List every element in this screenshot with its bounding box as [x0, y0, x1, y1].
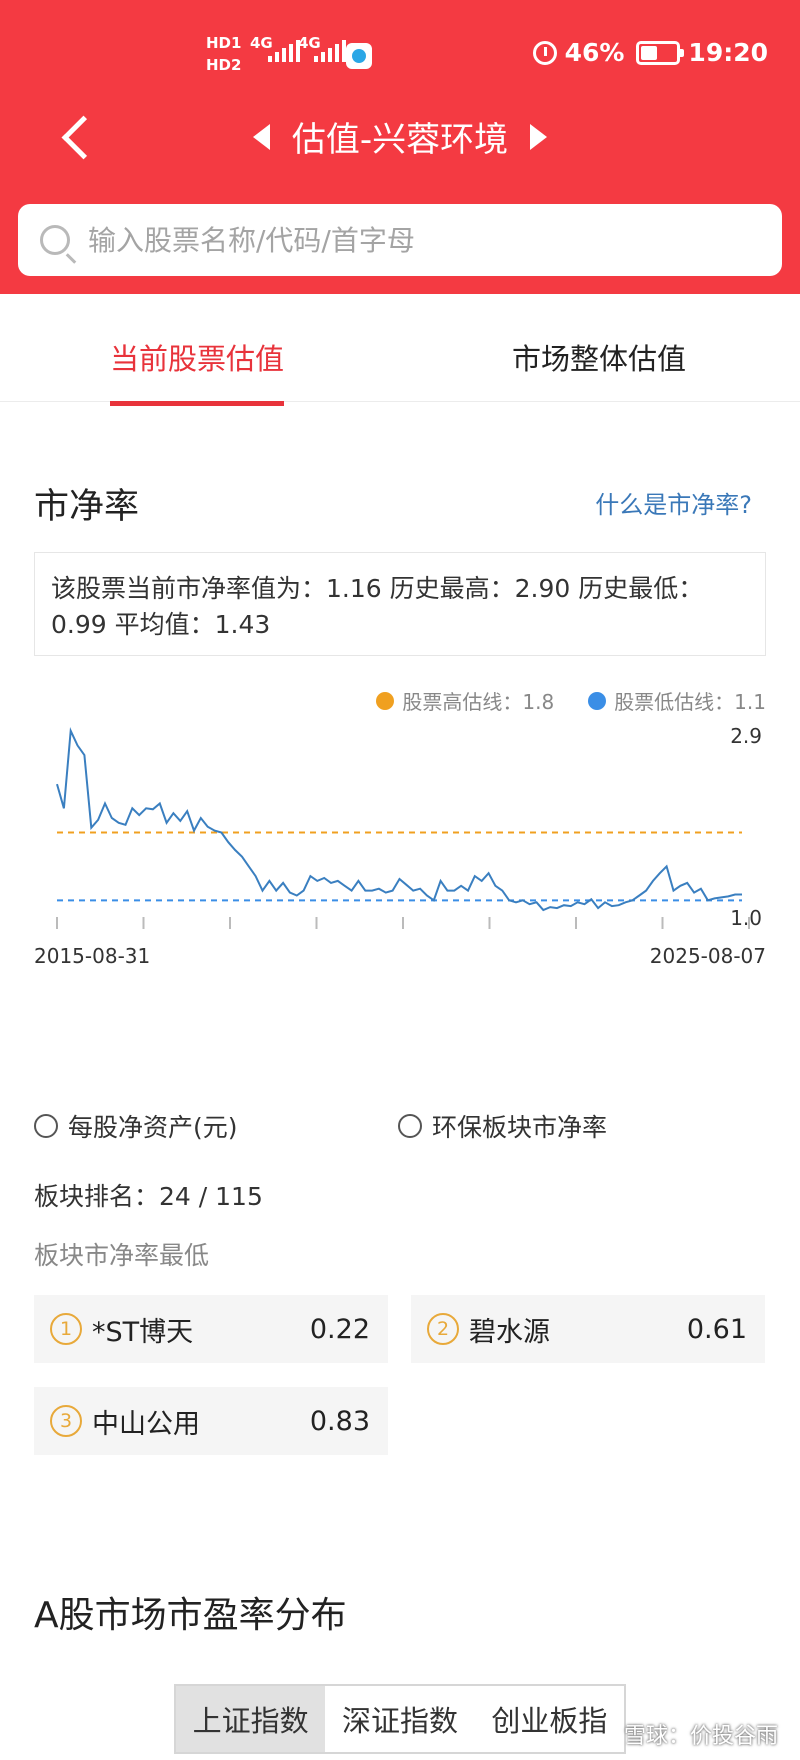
pb-summary: 该股票当前市净率值为：1.16 历史最高：2.90 历史最低：0.99 平均值：…	[34, 552, 766, 656]
header-bar: HD1 HD2 4G 4G 46% 19:20 估值-兴蓉环境	[0, 0, 800, 294]
option-bvps[interactable]: 每股净资产(元)	[34, 1108, 238, 1144]
page-title: 估值-兴蓉环境	[291, 120, 509, 160]
radio-icon[interactable]	[398, 1114, 422, 1138]
sector-rank: 板块排名：24 / 115	[34, 1182, 263, 1211]
option-sector-pb[interactable]: 环保板块市净率	[398, 1108, 607, 1144]
pe-section-title: A股市场市盈率分布	[34, 1595, 347, 1636]
tab-chinext-index[interactable]: 创业板指	[475, 1686, 624, 1752]
chart-legend: 股票高估线：1.8 股票低估线：1.1	[376, 686, 766, 715]
lowest-item-2[interactable]: 2 碧水源 0.61	[411, 1295, 765, 1363]
lowest-item-1[interactable]: 1 *ST博天 0.22	[34, 1295, 388, 1363]
search-icon	[40, 225, 70, 255]
tab-shanghai-index[interactable]: 上证指数	[176, 1686, 326, 1752]
high-line-dot-icon	[376, 691, 395, 710]
search-input[interactable]	[88, 223, 748, 257]
signal-bars-icon	[268, 40, 300, 62]
title-switcher: 估值-兴蓉环境	[0, 112, 800, 161]
option-sector-pb-label: 环保板块市净率	[432, 1113, 608, 1142]
app-notification-icon	[346, 43, 372, 69]
stock-name: *ST博天	[92, 1316, 194, 1348]
next-stock-icon[interactable]	[530, 123, 548, 150]
pb-help-link[interactable]: 什么是市净率?	[595, 485, 752, 520]
x-start-label: 2015-08-31	[34, 944, 150, 968]
valuation-tabs: 当前股票估值 市场整体估值	[0, 318, 800, 406]
hd-indicator: HD1 HD2	[206, 34, 242, 74]
lowest-pb-label: 板块市净率最低	[34, 1241, 210, 1270]
nav-bar: 估值-兴蓉环境	[0, 100, 800, 170]
search-box[interactable]	[18, 204, 782, 276]
pb-section-title: 市净率	[34, 487, 140, 527]
pb-series-line	[56, 726, 742, 912]
radio-icon[interactable]	[34, 1114, 58, 1138]
clock: 19:20	[688, 38, 768, 67]
index-segmented-control: 上证指数 深证指数 创业板指	[174, 1684, 626, 1754]
stock-pb: 0.22	[309, 1313, 370, 1345]
prev-stock-icon[interactable]	[252, 123, 270, 150]
stock-name: 碧水源	[469, 1316, 550, 1348]
lowest-item-3[interactable]: 3 中山公用 0.83	[34, 1387, 388, 1455]
alarm-icon	[532, 40, 557, 65]
signal-bars-icon-2	[314, 40, 346, 62]
x-end-label: 2025-08-07	[650, 944, 766, 968]
status-bar: HD1 HD2 4G 4G 46% 19:20	[0, 0, 800, 100]
rank-badge: 1	[50, 1313, 82, 1345]
option-bvps-label: 每股净资产(元)	[68, 1113, 238, 1142]
low-line-dot-icon	[588, 691, 607, 710]
y-top-label: 2.9	[730, 724, 762, 748]
tab-shenzhen-index[interactable]: 深证指数	[325, 1686, 474, 1752]
legend-high: 股票高估线：1.8	[402, 690, 555, 714]
legend-low: 股票低估线：1.1	[614, 690, 766, 714]
tab-market[interactable]: 市场整体估值	[512, 336, 686, 378]
watermark: 雪球：价投谷雨	[623, 1724, 778, 1749]
tab-current-stock[interactable]: 当前股票估值	[110, 336, 285, 406]
pb-line-chart: 2.9 1.0 2015-08-31 2025-08-07	[34, 724, 766, 968]
stock-pb: 0.61	[686, 1313, 747, 1345]
battery-percent: 46%	[564, 38, 625, 67]
battery-icon	[636, 40, 685, 65]
stock-pb: 0.83	[309, 1405, 370, 1437]
stock-name: 中山公用	[92, 1408, 200, 1440]
rank-badge: 3	[50, 1405, 82, 1437]
status-right: 46% 19:20	[532, 38, 768, 67]
rank-badge: 2	[427, 1313, 459, 1345]
y-bottom-label: 1.0	[730, 906, 762, 930]
